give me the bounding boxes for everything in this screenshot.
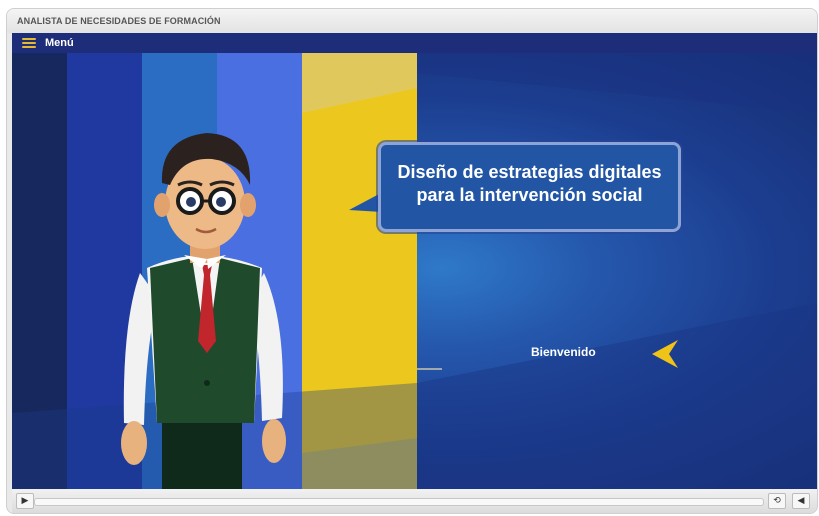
play-icon[interactable]: ▶ xyxy=(16,493,34,509)
replay-icon[interactable]: ⟲ xyxy=(768,493,786,509)
volume-icon[interactable]: ◀ xyxy=(792,493,810,509)
player-controls: ▶ ⟲ ◀ xyxy=(12,489,817,513)
welcome-text: Bienvenido xyxy=(531,345,596,359)
menu-bar: Menú xyxy=(12,33,817,53)
bubble-title-line1: Diseño de estrategias digitales xyxy=(397,162,662,182)
player-window: ANALISTA DE NECESIDADES DE FORMACIÓN Men… xyxy=(6,8,818,514)
bubble-title: Diseño de estrategias digitales para la … xyxy=(381,161,678,207)
hamburger-icon[interactable] xyxy=(22,38,36,48)
title-bar: ANALISTA DE NECESIDADES DE FORMACIÓN xyxy=(7,9,817,33)
progress-bar[interactable] xyxy=(34,498,764,506)
window-title: ANALISTA DE NECESIDADES DE FORMACIÓN xyxy=(17,16,221,26)
slide-stage: Diseño de estrategias digitales para la … xyxy=(12,53,817,489)
presenter-character xyxy=(121,133,286,489)
bubble-title-line2: para la intervención social xyxy=(416,185,643,205)
menu-button[interactable]: Menú xyxy=(45,37,74,49)
arrow-left-icon xyxy=(652,340,678,368)
speech-bubble: Diseño de estrategias digitales para la … xyxy=(378,142,681,232)
